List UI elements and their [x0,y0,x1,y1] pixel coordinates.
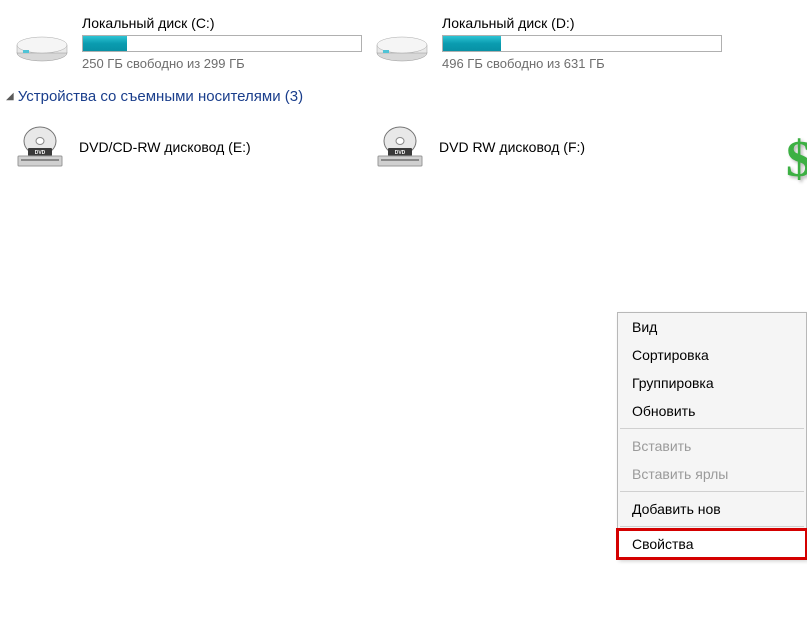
section-title: Устройства со съемными носителями (3) [18,88,303,105]
drive-d-usage-bar [442,35,722,52]
menu-group[interactable]: Группировка [618,369,806,397]
drive-c-usage-bar [82,35,362,52]
menu-properties[interactable]: Свойства [616,528,807,560]
menu-separator [620,491,804,492]
menu-paste-shortcut: Вставить ярлы [618,460,806,488]
drive-f[interactable]: DVD DVD RW дисковод (F:) [370,121,730,173]
context-menu: Вид Сортировка Группировка Обновить Вста… [617,312,807,559]
hard-drive-icon [15,23,70,63]
dvd-drive-icon: DVD [15,126,65,168]
menu-refresh[interactable]: Обновить [618,397,806,425]
svg-text:DVD: DVD [35,150,46,156]
drive-c-info: Локальный диск (C:) 250 ГБ свободно из 2… [82,15,365,71]
svg-text:DVD: DVD [395,150,406,156]
drive-f-label: DVD RW дисковод (F:) [439,139,585,155]
menu-sort[interactable]: Сортировка [618,341,806,369]
drive-c-label: Локальный диск (C:) [82,15,365,31]
hard-drives-row: Локальный диск (C:) 250 ГБ свободно из 2… [0,0,807,76]
optical-drives-row: DVD DVD/CD-RW дисковод (E:) DVD DVD RW д… [0,113,807,173]
drive-c[interactable]: Локальный диск (C:) 250 ГБ свободно из 2… [10,10,370,76]
collapse-arrow-icon: ◢ [6,91,14,102]
drive-c-status: 250 ГБ свободно из 299 ГБ [82,56,365,71]
hard-drive-icon [375,23,430,63]
drive-d[interactable]: Локальный диск (D:) 496 ГБ свободно из 6… [370,10,730,76]
menu-view[interactable]: Вид [618,313,806,341]
dvd-drive-icon: DVD [375,126,425,168]
drive-d-info: Локальный диск (D:) 496 ГБ свободно из 6… [442,15,725,71]
drive-d-status: 496 ГБ свободно из 631 ГБ [442,56,725,71]
dollar-sign-icon: $ [786,130,807,189]
menu-separator [620,428,804,429]
drive-e[interactable]: DVD DVD/CD-RW дисковод (E:) [10,121,370,173]
menu-paste: Вставить [618,432,806,460]
drive-e-label: DVD/CD-RW дисковод (E:) [79,139,251,155]
removable-devices-header[interactable]: ◢ Устройства со съемными носителями (3) [0,76,807,113]
menu-separator [620,526,804,527]
drive-d-label: Локальный диск (D:) [442,15,725,31]
menu-add-new[interactable]: Добавить нов [618,495,806,523]
